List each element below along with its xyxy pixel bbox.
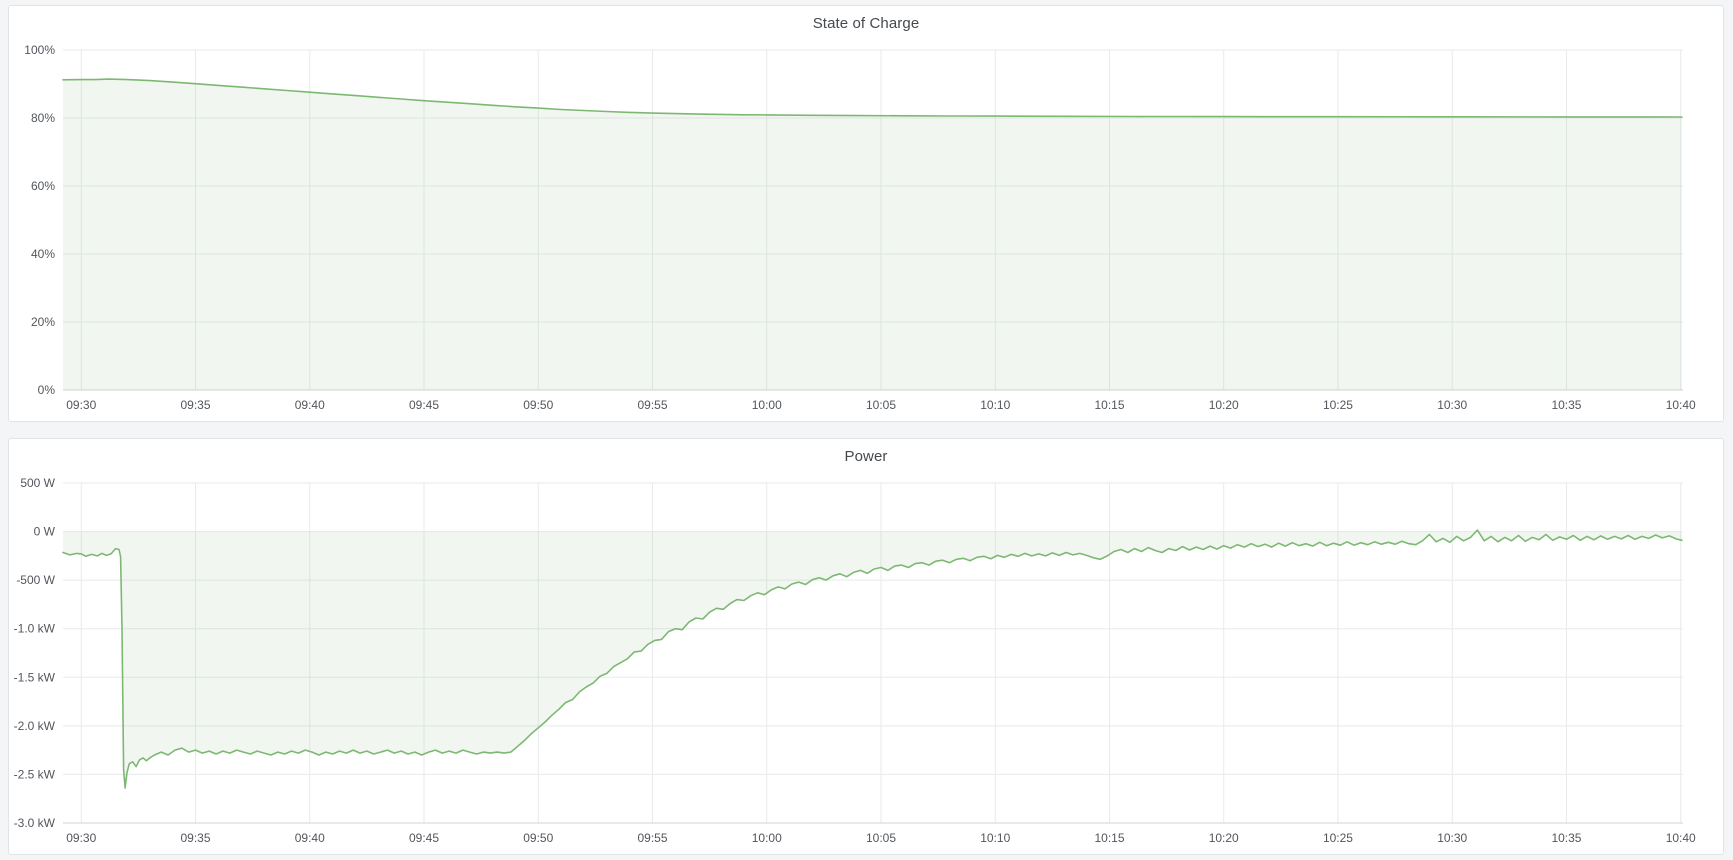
x-tick-label: 09:30 bbox=[66, 831, 96, 845]
x-tick-label: 09:35 bbox=[181, 398, 211, 412]
x-tick-label: 10:10 bbox=[980, 831, 1010, 845]
x-tick-label: 10:05 bbox=[866, 398, 896, 412]
x-tick-label: 10:15 bbox=[1094, 831, 1124, 845]
y-axis-tick-labels: 100% 80% 60% 40% 20% 0% bbox=[24, 43, 55, 397]
x-tick-label: 09:40 bbox=[295, 398, 325, 412]
x-tick-label: 09:40 bbox=[295, 831, 325, 845]
y-tick-label: -1.5 kW bbox=[14, 670, 56, 684]
x-tick-label: 10:00 bbox=[752, 398, 782, 412]
x-tick-label: 10:15 bbox=[1094, 398, 1124, 412]
x-tick-label: 10:20 bbox=[1209, 398, 1239, 412]
x-tick-label: 10:30 bbox=[1437, 831, 1467, 845]
y-tick-label: 0% bbox=[38, 383, 56, 397]
x-tick-label: 10:35 bbox=[1551, 831, 1581, 845]
x-tick-label: 10:00 bbox=[752, 831, 782, 845]
x-tick-label: 09:45 bbox=[409, 831, 439, 845]
x-tick-label: 09:55 bbox=[637, 398, 667, 412]
x-tick-label: 09:35 bbox=[181, 831, 211, 845]
x-tick-label: 10:10 bbox=[980, 398, 1010, 412]
x-tick-label: 10:35 bbox=[1551, 398, 1581, 412]
x-tick-label: 10:20 bbox=[1209, 831, 1239, 845]
series-area-fill bbox=[63, 530, 1682, 788]
y-tick-label: 0 W bbox=[34, 525, 56, 539]
y-tick-label: 20% bbox=[31, 315, 55, 329]
x-axis-tick-labels: 09:30 09:35 09:40 09:45 09:50 09:55 10:00 10:05… bbox=[66, 831, 1696, 845]
state-of-charge-area-chart: 100%80%60%40%20%0%09:3009:3509:4009:4509… bbox=[9, 6, 1723, 421]
x-tick-label: 09:30 bbox=[66, 398, 96, 412]
y-tick-label: -500 W bbox=[16, 573, 55, 587]
dashboard: { "page": { "background": "#f4f5f6", "pa… bbox=[0, 0, 1733, 860]
x-tick-label: 10:05 bbox=[866, 831, 896, 845]
y-tick-label: 80% bbox=[31, 111, 55, 125]
y-tick-label: 40% bbox=[31, 247, 55, 261]
x-tick-label: 10:25 bbox=[1323, 831, 1353, 845]
x-tick-label: 10:40 bbox=[1666, 831, 1696, 845]
y-tick-label: -1.0 kW bbox=[14, 622, 56, 636]
x-tick-label: 10:30 bbox=[1437, 398, 1467, 412]
x-tick-label: 09:55 bbox=[637, 831, 667, 845]
x-tick-label: 10:40 bbox=[1666, 398, 1696, 412]
y-tick-label: -2.5 kW bbox=[14, 767, 56, 781]
y-tick-label: -3.0 kW bbox=[14, 816, 56, 830]
y-axis-tick-labels: 500 W 0 W -500 W -1.0 kW -1.5 kW -2.0 kW -2.5 … bbox=[14, 476, 56, 830]
x-tick-label: 10:25 bbox=[1323, 398, 1353, 412]
x-tick-label: 09:45 bbox=[409, 398, 439, 412]
y-tick-label: 100% bbox=[24, 43, 55, 57]
y-tick-label: 60% bbox=[31, 179, 55, 193]
panel-power: Power 500 W0 W-500 W-1.0 kW-1.5 kW-2.0 k… bbox=[8, 438, 1724, 855]
x-axis-tick-labels: 09:30 09:35 09:40 09:45 09:50 09:55 10:00 10:05… bbox=[66, 398, 1696, 412]
power-area-chart: 500 W 0 W -500 W -1.0 kW -1.5 kW -2.0 kW -2.5 … bbox=[9, 439, 1723, 854]
y-tick-label: -2.0 kW bbox=[14, 719, 56, 733]
series-area-fill bbox=[63, 79, 1682, 390]
x-tick-label: 09:50 bbox=[523, 398, 553, 412]
x-tick-label: 09:50 bbox=[523, 831, 553, 845]
panel-state-of-charge: State of Charge 100%80%60%40%20%0%09:300… bbox=[8, 5, 1724, 422]
y-tick-label: 500 W bbox=[20, 476, 55, 490]
